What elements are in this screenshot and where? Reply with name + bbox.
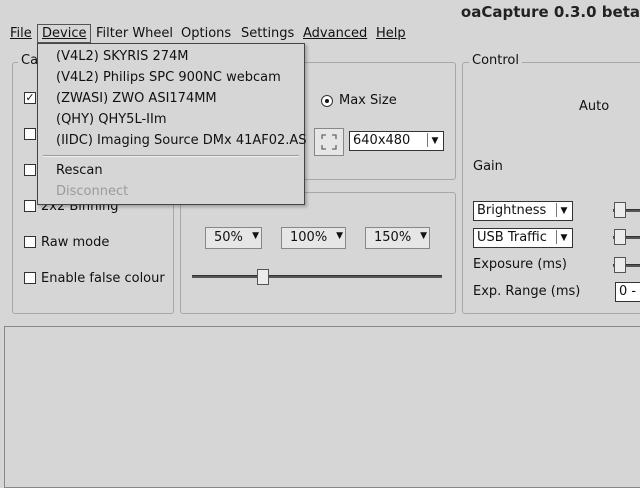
menu-separator — [43, 155, 299, 157]
brightness-select-value: Brightness — [477, 203, 547, 218]
dropdown-arrow-icon: ▼ — [252, 231, 259, 241]
menu-file[interactable]: File — [6, 25, 36, 42]
max-size-radio[interactable] — [321, 95, 333, 107]
menu-options-label: Options — [181, 26, 232, 41]
device-menu-item[interactable]: (IIDC) Imaging Source DMx 41AF02.AS — [56, 133, 307, 148]
dropdown-arrow-icon: ▼ — [556, 203, 571, 217]
false-colour-label: Enable false colour — [41, 271, 165, 286]
zoom-group — [180, 192, 456, 314]
zoom-150-label: 150% — [374, 230, 412, 245]
zoom-50-button[interactable]: 50% ▼ — [205, 227, 262, 249]
camera-checkbox-1[interactable]: ✓ — [24, 92, 36, 104]
menu-help-label: Help — [376, 26, 406, 41]
zoom-100-label: 100% — [290, 230, 328, 245]
menu-options[interactable]: Options — [177, 25, 235, 42]
title-bar: oaCapture 0.3.0 beta — [0, 0, 640, 24]
exposure-label: Exposure (ms) — [473, 257, 567, 272]
resolution-select[interactable]: 640x480 ▼ — [349, 131, 444, 151]
gain-label: Gain — [473, 159, 503, 174]
fit-frame-button[interactable] — [314, 128, 344, 156]
menu-filter-wheel[interactable]: Filter Wheel — [92, 25, 177, 42]
resolution-value: 640x480 — [353, 133, 411, 148]
usb-traffic-select[interactable]: USB Traffic ▼ — [473, 228, 573, 248]
window-title: oaCapture 0.3.0 beta — [460, 3, 640, 21]
camera-checkbox-3[interactable] — [24, 164, 36, 176]
zoom-50-label: 50% — [214, 230, 243, 245]
brightness-slider-handle[interactable] — [614, 202, 626, 218]
usb-traffic-slider-handle[interactable] — [614, 229, 626, 245]
device-menu-item[interactable]: (ZWASI) ZWO ASI174MM — [56, 91, 217, 106]
menu-filter-wheel-label: Filter Wheel — [96, 26, 174, 41]
menu-advanced-label: Advanced — [303, 26, 368, 41]
device-menu-item[interactable]: (V4L2) SKYRIS 274M — [56, 49, 189, 64]
control-group — [462, 62, 640, 314]
device-menu-item[interactable]: (V4L2) Philips SPC 900NC webcam — [56, 70, 281, 85]
zoom-slider-track[interactable] — [192, 275, 442, 278]
check-icon: ✓ — [25, 91, 35, 104]
menu-file-label: File — [10, 26, 32, 41]
dropdown-arrow-icon: ▼ — [336, 231, 343, 241]
device-menu: (V4L2) SKYRIS 274M (V4L2) Philips SPC 90… — [37, 43, 307, 205]
menu-settings-label: Settings — [241, 26, 295, 41]
preview-area[interactable] — [4, 326, 640, 488]
menu-advanced[interactable]: Advanced — [299, 25, 371, 42]
exp-range-select[interactable]: 0 - 5 — [615, 282, 640, 302]
false-colour-checkbox[interactable] — [24, 272, 36, 284]
zoom-150-button[interactable]: 150% ▼ — [365, 227, 430, 249]
rescan-menu-item[interactable]: Rescan — [56, 163, 103, 178]
exp-range-label: Exp. Range (ms) — [473, 284, 581, 299]
menu-help[interactable]: Help — [372, 25, 410, 42]
brightness-select[interactable]: Brightness ▼ — [473, 201, 573, 221]
menu-device-label: Device — [42, 26, 87, 41]
binning-checkbox[interactable] — [24, 200, 36, 212]
zoom-100-button[interactable]: 100% ▼ — [281, 227, 346, 249]
raw-mode-label: Raw mode — [41, 235, 110, 250]
usb-traffic-select-value: USB Traffic — [477, 230, 547, 245]
disconnect-menu-item: Disconnect — [56, 184, 129, 199]
exp-range-value: 0 - 5 — [619, 284, 640, 299]
max-size-label: Max Size — [339, 93, 397, 108]
camera-checkbox-2[interactable] — [24, 128, 36, 140]
dropdown-arrow-icon: ▼ — [556, 230, 571, 244]
auto-label: Auto — [579, 99, 610, 114]
menu-bar: File Device Filter Wheel Options Setting… — [0, 24, 640, 45]
zoom-slider-handle[interactable] — [257, 269, 269, 285]
dropdown-arrow-icon: ▼ — [427, 133, 442, 147]
radio-selected-dot — [325, 99, 329, 103]
menu-settings[interactable]: Settings — [237, 25, 298, 42]
device-menu-item[interactable]: (QHY) QHY5L-IIm — [56, 112, 166, 127]
menu-device[interactable]: Device — [37, 24, 92, 43]
raw-mode-checkbox[interactable] — [24, 236, 36, 248]
exposure-slider-handle[interactable] — [614, 257, 626, 273]
control-group-title: Control — [469, 53, 522, 68]
dropdown-arrow-icon: ▼ — [420, 231, 427, 241]
fit-frame-icon — [321, 134, 337, 150]
